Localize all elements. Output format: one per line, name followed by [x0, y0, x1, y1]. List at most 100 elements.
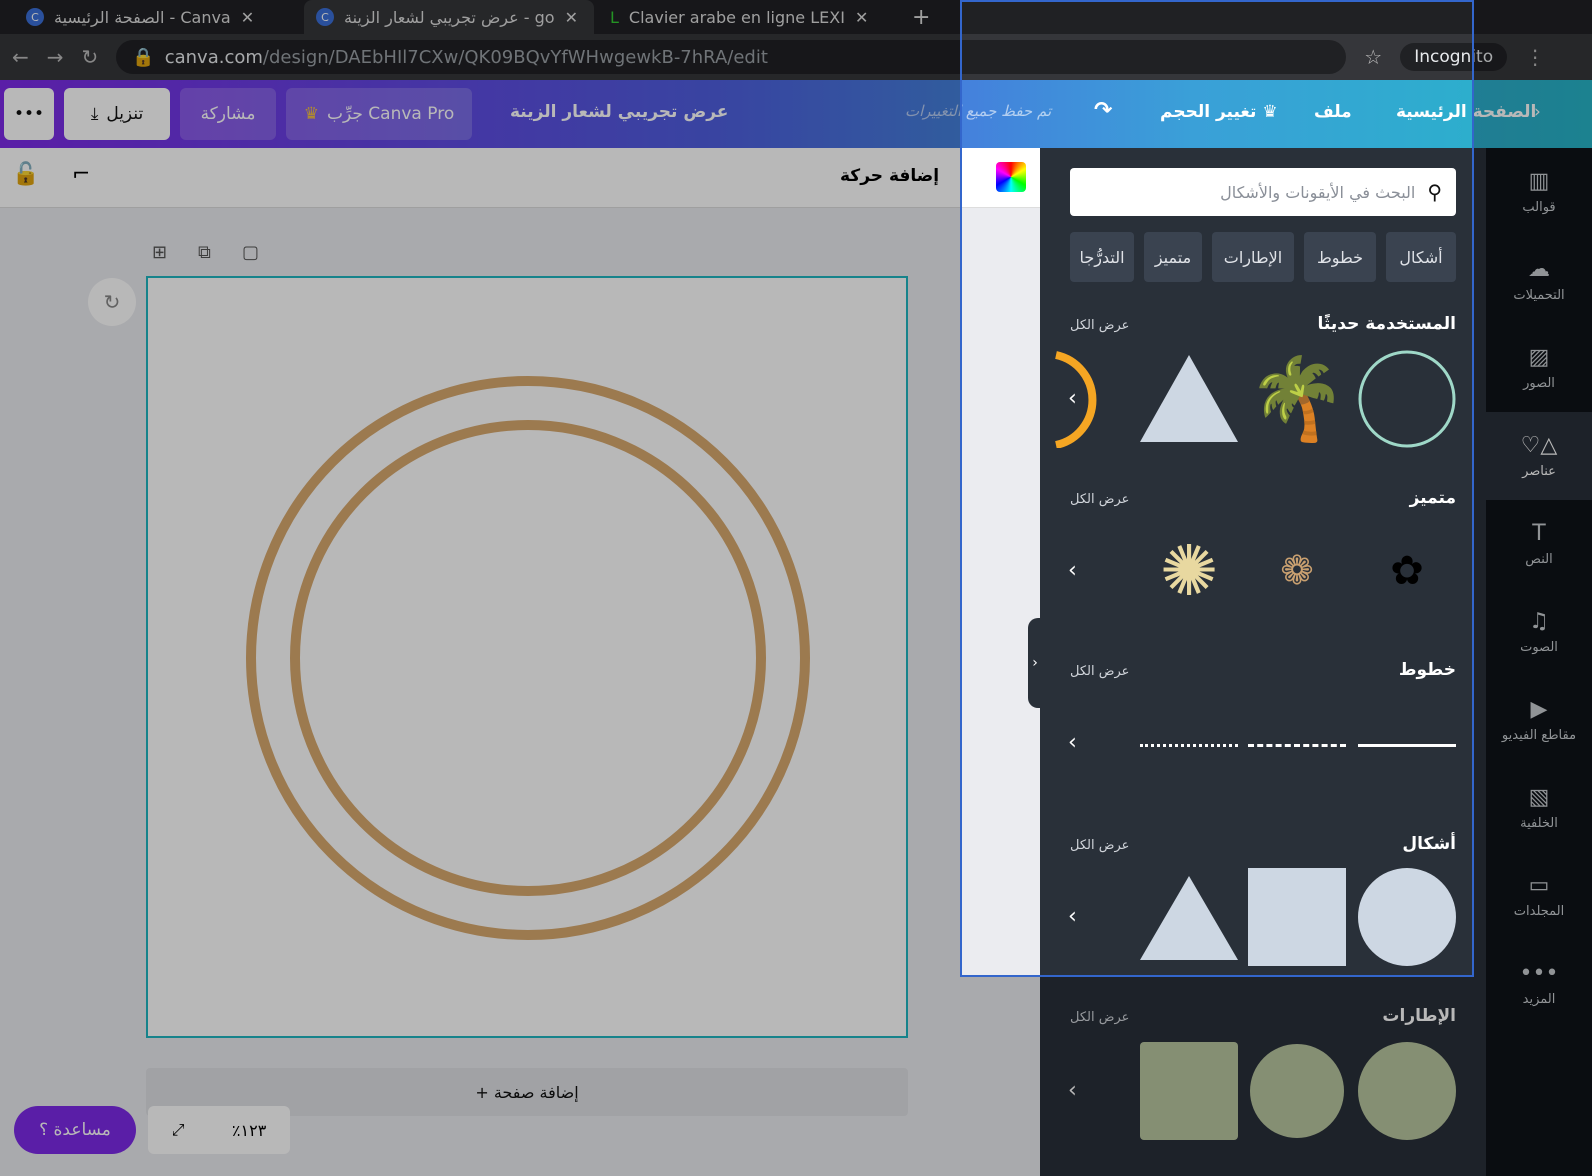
rail-label: مقاطع الفيديو	[1501, 728, 1577, 743]
section-title: أشكال	[1402, 834, 1456, 854]
chevron-left-icon[interactable]: ‹	[1068, 730, 1077, 755]
url-domain: canva.com	[164, 46, 263, 68]
menu-icon[interactable]: ⋮	[1525, 45, 1545, 69]
crown-icon: ♛	[303, 104, 319, 124]
design-page[interactable]	[146, 276, 908, 1038]
see-all-link[interactable]: عرض الكل	[1070, 492, 1129, 507]
close-icon[interactable]: ✕	[565, 8, 578, 27]
new-tab-button[interactable]: +	[900, 0, 942, 34]
double-ring-graphic[interactable]	[148, 278, 906, 1036]
rail-videos[interactable]: ▶ مقاطع الفيديو	[1486, 676, 1592, 764]
rail-label: قوالب	[1522, 200, 1556, 215]
more-button[interactable]: •••	[4, 88, 54, 140]
rail-background[interactable]: ▧ الخلفية	[1486, 764, 1592, 852]
elements-search-input[interactable]: البحث في الأيقونات والأشكال ⚲	[1070, 168, 1456, 216]
rail-label: الخلفية	[1520, 816, 1558, 831]
chevron-right-icon[interactable]: ›	[1534, 102, 1541, 122]
see-all-link[interactable]: عرض الكل	[1070, 664, 1129, 679]
rail-templates[interactable]: ▥ قوالب	[1486, 148, 1592, 236]
rail-photos[interactable]: ▨ الصور	[1486, 324, 1592, 412]
shape-triangle[interactable]	[1140, 868, 1238, 966]
section-title: خطوط	[1398, 660, 1456, 680]
download-label: تنزيل	[106, 104, 144, 124]
tab-clavier[interactable]: L Clavier arabe en ligne LEXI ✕	[598, 0, 888, 34]
rail-text[interactable]: T النص	[1486, 500, 1592, 588]
shape-square[interactable]	[1248, 868, 1346, 966]
chip-lines[interactable]: خطوط	[1304, 232, 1376, 282]
recent-arc[interactable]	[1032, 350, 1130, 448]
see-all-link[interactable]: عرض الكل	[1070, 838, 1129, 853]
recent-circle-outline[interactable]	[1358, 350, 1456, 448]
download-button[interactable]: ⤓ تنزيل	[64, 88, 170, 140]
close-icon[interactable]: ✕	[855, 8, 868, 27]
frame-badge[interactable]	[1248, 1042, 1346, 1140]
rail-label: التحميلات	[1513, 288, 1565, 303]
canva-favicon: C	[316, 8, 334, 26]
chip-premium[interactable]: متميز	[1144, 232, 1202, 282]
download-icon: ⤓	[90, 104, 99, 124]
design-title[interactable]: عرض تجريبي لشعار الزينة	[510, 102, 728, 122]
elements-icon: ♡△	[1520, 433, 1558, 458]
share-button[interactable]: مشاركة	[180, 88, 276, 140]
close-icon[interactable]: ✕	[241, 8, 254, 27]
tab-canva-home[interactable]: C الصفحة الرئيسية - Canva ✕	[14, 0, 304, 34]
zoom-level[interactable]: ٪١٢٣	[232, 1121, 266, 1140]
recent-triangle[interactable]	[1140, 350, 1238, 448]
chip-frames[interactable]: الإطارات	[1212, 232, 1294, 282]
url-field[interactable]: 🔒 canva.com/design/DAEbHIl7CXw/QK09BQvYfW…	[116, 40, 1347, 74]
rail-label: الصور	[1523, 376, 1555, 391]
side-rail: ▥ قوالب ☁ التحميلات ▨ الصور ♡△ عناصر T النص ♫…	[1486, 148, 1592, 1176]
rail-folders[interactable]: ▭ المجلدات	[1486, 852, 1592, 940]
chip-shapes[interactable]: أشكال	[1386, 232, 1456, 282]
lock-icon[interactable]: 🔓	[12, 162, 39, 187]
reload-icon[interactable]: ↻	[82, 45, 99, 69]
animate-button[interactable]: إضافة حركة	[840, 166, 939, 186]
rail-elements[interactable]: ♡△ عناصر	[1486, 412, 1592, 500]
file-menu[interactable]: ملف	[1314, 102, 1352, 122]
note-icon[interactable]: ▢	[242, 242, 259, 263]
section-title: الإطارات	[1382, 1006, 1456, 1026]
incognito-badge[interactable]: Incognito	[1400, 43, 1508, 71]
recent-palm-tree[interactable]: 🌴	[1247, 350, 1347, 448]
rail-label: المجلدات	[1513, 904, 1565, 919]
help-button[interactable]: مساعدة ؟	[14, 1106, 136, 1154]
frame-square[interactable]	[1140, 1042, 1238, 1140]
add-comment-icon[interactable]: ↻	[88, 278, 136, 326]
chevron-left-icon[interactable]: ‹	[1068, 558, 1077, 583]
text-icon: T	[1532, 521, 1546, 546]
tab-design[interactable]: C عرض تجريبي لشعار الزينة - go ✕	[304, 0, 594, 34]
see-all-link[interactable]: عرض الكل	[1070, 318, 1129, 333]
paint-format-icon[interactable]: ⌐	[72, 162, 90, 187]
premium-flowers[interactable]: ✿	[1358, 522, 1456, 620]
chevron-left-icon[interactable]: ‹	[1068, 1078, 1077, 1103]
rail-audio[interactable]: ♫ الصوت	[1486, 588, 1592, 676]
line-solid[interactable]	[1358, 744, 1456, 747]
premium-firework[interactable]: ✺	[1140, 522, 1238, 620]
collapse-panel-handle[interactable]: ›	[1028, 618, 1042, 708]
frame-circle[interactable]	[1358, 1042, 1456, 1140]
rail-more[interactable]: ••• المزيد	[1486, 940, 1592, 1028]
line-dashed[interactable]	[1248, 744, 1346, 747]
chevron-left-icon[interactable]: ‹	[1068, 386, 1077, 411]
chevron-left-icon[interactable]: ‹	[1068, 904, 1077, 929]
try-pro-button[interactable]: ♛ جرِّب Canva Pro	[286, 88, 472, 140]
fullscreen-icon[interactable]: ⤢	[172, 1120, 185, 1140]
premium-leopard[interactable]: ❁	[1248, 522, 1346, 620]
zoom-control: ⤢ ٪١٢٣	[148, 1106, 290, 1154]
elements-panel: البحث في الأيقونات والأشكال ⚲ أشكال خطوط …	[1040, 148, 1486, 1176]
bookmark-star-icon[interactable]: ☆	[1364, 45, 1382, 69]
shape-circle[interactable]	[1358, 868, 1456, 966]
duplicate-page-icon[interactable]: ⧉	[198, 242, 211, 263]
home-link[interactable]: الصفحة الرئيسية	[1396, 102, 1536, 122]
back-icon[interactable]: ←	[12, 45, 29, 69]
tab-title: الصفحة الرئيسية - Canva	[54, 7, 231, 27]
rail-uploads[interactable]: ☁ التحميلات	[1486, 236, 1592, 324]
resize-button[interactable]: تغيير الحجم ♛	[1160, 102, 1278, 122]
add-page-icon[interactable]: ⊞	[152, 242, 167, 263]
chip-gradients[interactable]: التدرُّجا	[1070, 232, 1134, 282]
line-dotted[interactable]	[1140, 744, 1238, 747]
redo-icon[interactable]: ↷	[1094, 98, 1112, 123]
forward-icon[interactable]: →	[47, 45, 64, 69]
see-all-link[interactable]: عرض الكل	[1070, 1010, 1129, 1025]
color-picker-swatch[interactable]	[996, 162, 1026, 192]
